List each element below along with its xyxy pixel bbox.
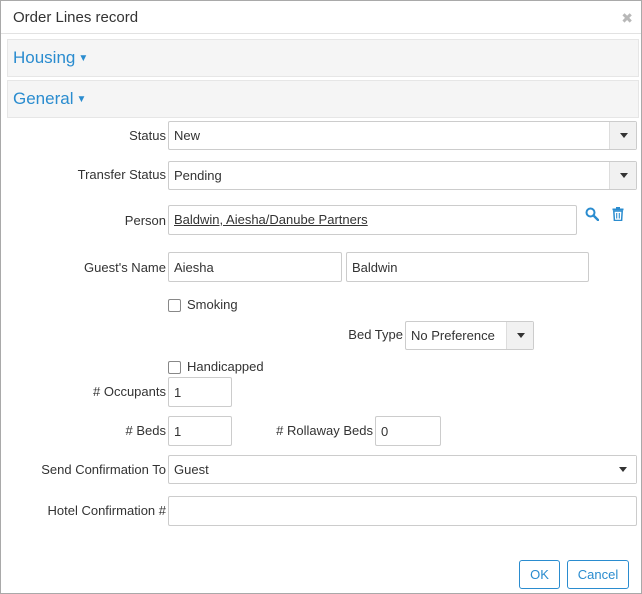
guest-last-name-value: Baldwin [352,260,398,275]
section-general-label: General [13,89,74,108]
handicapped-label: Handicapped [187,359,264,374]
chevron-down-icon[interactable] [506,322,533,349]
status-select[interactable]: New [168,121,637,150]
hotel-confirmation-label: Hotel Confirmation # [47,503,167,518]
search-icon[interactable] [585,207,599,221]
bed-type-value: No Preference [411,328,495,343]
bed-type-select[interactable]: No Preference [405,321,534,350]
order-lines-dialog: Order Lines record ✖ Housing ▼ General ▼ S… [0,0,642,594]
send-confirmation-value: Guest [174,462,209,477]
rollaway-beds-input[interactable]: 0 [375,416,441,446]
transfer-status-select[interactable]: Pending [168,161,637,190]
occupants-value: 1 [174,385,182,400]
rollaway-beds-value: 0 [381,424,389,439]
occupants-label: # Occupants [93,384,166,399]
section-housing[interactable]: Housing ▼ [7,39,639,77]
chevron-down-icon[interactable] [609,122,636,149]
close-icon[interactable]: ✖ [621,10,633,27]
beds-value: 1 [174,424,182,439]
trash-icon[interactable] [612,207,624,221]
chevron-down-icon[interactable] [609,162,636,189]
smoking-checkbox[interactable] [168,299,181,312]
transfer-status-value: Pending [174,168,222,183]
beds-label: # Beds [125,423,166,438]
status-value: New [174,128,201,143]
handicapped-checkbox[interactable] [168,361,181,374]
guest-first-name-value: Aiesha [174,260,214,275]
ok-button[interactable]: OK [519,560,560,589]
section-housing-label: Housing [13,48,76,67]
person-field[interactable]: Baldwin, Aiesha/Danube Partners [168,205,577,235]
guest-first-name-input[interactable]: Aiesha [168,252,342,282]
transfer-status-label: Transfer Status [77,167,166,182]
caret-down-icon: ▼ [76,94,87,105]
status-label: Status [129,128,166,143]
section-general-title[interactable]: General ▼ [13,89,86,109]
section-housing-title[interactable]: Housing ▼ [13,48,88,68]
chevron-down-icon[interactable] [609,456,636,483]
send-confirmation-select[interactable]: Guest [168,455,637,484]
dialog-title: Order Lines record [13,9,139,26]
cancel-button[interactable]: Cancel [567,560,629,589]
hotel-confirmation-input[interactable] [168,496,637,526]
person-link[interactable]: Baldwin, Aiesha/Danube Partners [174,212,368,227]
caret-down-icon: ▼ [78,53,89,64]
guest-last-name-input[interactable]: Baldwin [346,252,589,282]
guest-name-label: Guest's Name [84,260,166,275]
occupants-input[interactable]: 1 [168,377,232,407]
dialog-titlebar: Order Lines record ✖ [1,1,641,34]
bed-type-label: Bed Type [348,327,403,342]
rollaway-beds-label: # Rollaway Beds [276,423,373,438]
section-general[interactable]: General ▼ [7,80,639,118]
smoking-label: Smoking [187,297,238,312]
person-label: Person [124,213,166,228]
send-confirmation-label: Send Confirmation To [41,462,166,477]
